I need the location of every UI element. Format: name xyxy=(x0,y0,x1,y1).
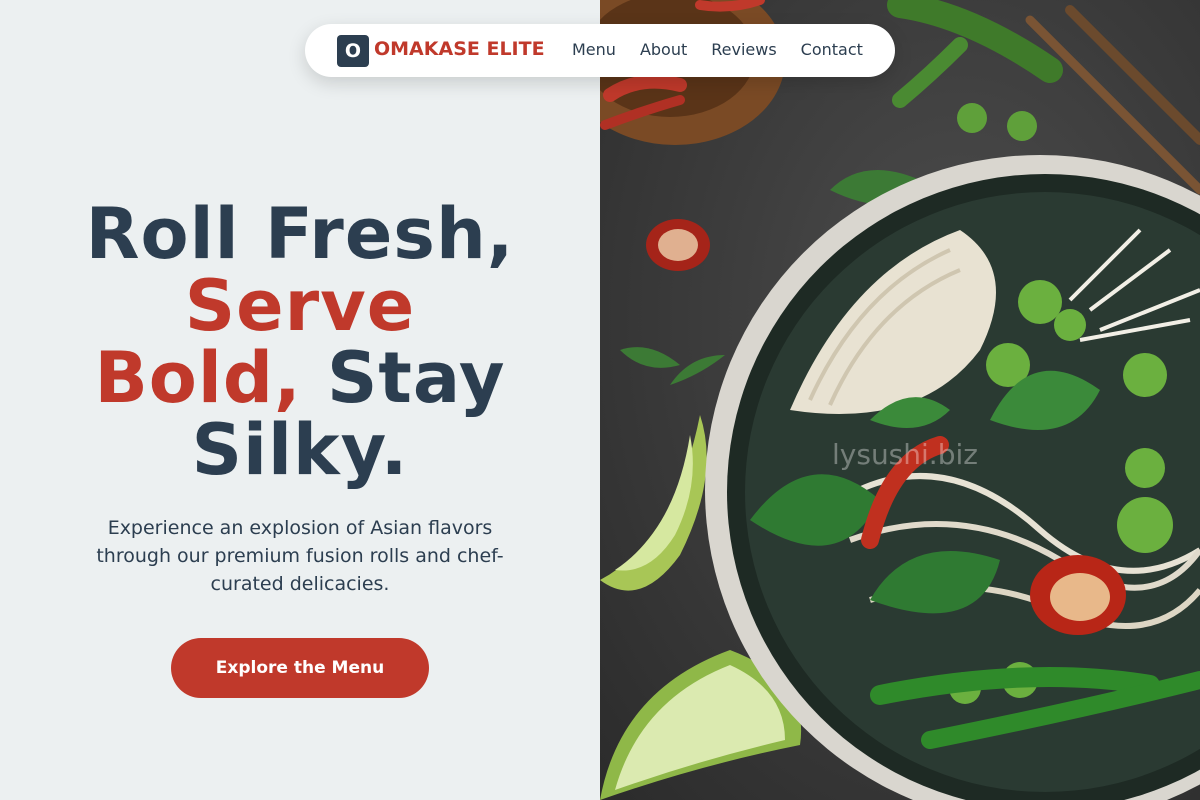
logo-badge[interactable]: O xyxy=(337,35,369,67)
headline-line-1: Roll Fresh, xyxy=(85,193,515,275)
headline-line-3-dark: Stay xyxy=(301,337,506,419)
hero-food-image: lysushi.biz xyxy=(600,0,1200,800)
brand-name[interactable]: OMAKASE ELITE xyxy=(374,38,545,60)
hero-subtitle: Experience an explosion of Asian flavors… xyxy=(96,517,504,595)
explore-menu-button[interactable]: Explore the Menu xyxy=(171,638,429,698)
nav-link-menu[interactable]: Menu xyxy=(572,40,616,59)
noodle-bowl-image xyxy=(600,0,1200,800)
nav-link-about[interactable]: About xyxy=(640,40,687,59)
top-navbar: O OMAKASE ELITE Menu About Reviews Conta… xyxy=(305,24,895,77)
image-watermark: lysushi.biz xyxy=(832,438,978,471)
nav-link-contact[interactable]: Contact xyxy=(801,40,863,59)
headline-line-2: Serve xyxy=(184,265,416,347)
nav-links: Menu About Reviews Contact xyxy=(572,40,887,59)
hero-left-panel: Roll Fresh, Serve Bold, Stay Silky. Expe… xyxy=(0,0,600,800)
hero-headline: Roll Fresh, Serve Bold, Stay Silky. xyxy=(20,198,580,486)
headline-line-3-red: Bold, xyxy=(94,337,302,419)
headline-line-4: Silky. xyxy=(191,409,409,491)
nav-link-reviews[interactable]: Reviews xyxy=(711,40,776,59)
